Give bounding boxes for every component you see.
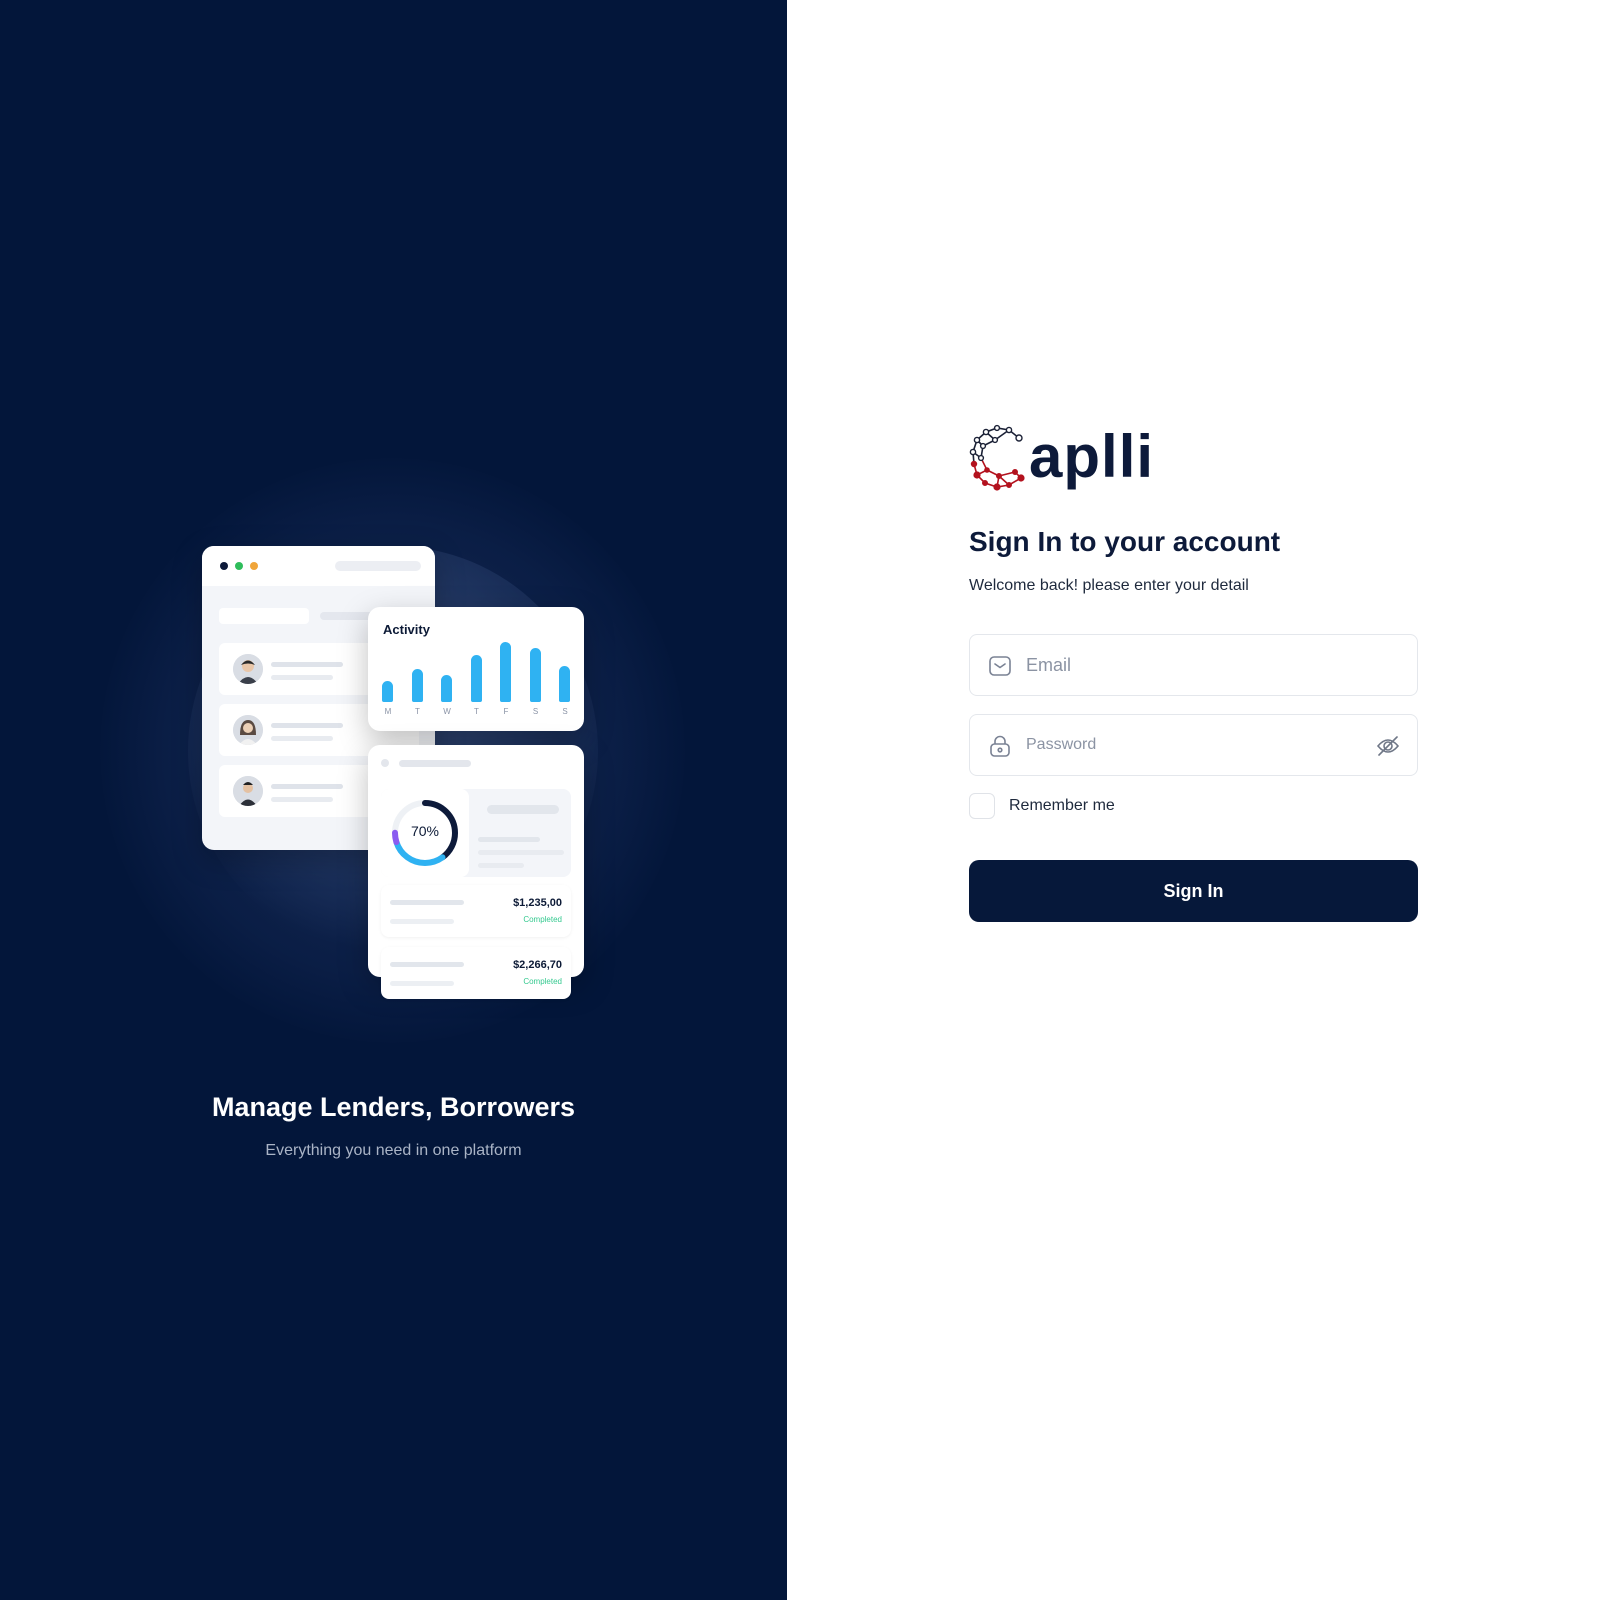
brand-name: aplli (1029, 422, 1155, 490)
stats-summary: 70% (381, 789, 571, 877)
placeholder-line (271, 662, 343, 667)
stats-placeholder-bar (399, 760, 471, 767)
placeholder-line (390, 900, 464, 905)
hero-title: Manage Lenders, Borrowers (211, 1092, 576, 1122)
placeholder-line (390, 919, 454, 924)
activity-bar (529, 648, 541, 702)
signin-panel: aplli Sign In to your account Welcome ba… (787, 0, 1600, 1600)
activity-bar-label: T (415, 707, 420, 716)
activity-bar-label: S (532, 707, 539, 716)
window-dot-icon (235, 562, 243, 570)
avatar (233, 715, 263, 745)
activity-bar-label: M (384, 707, 392, 716)
window-dot-icon (250, 562, 258, 570)
remember-label: Remember me (1009, 797, 1115, 814)
page-subtitle: Welcome back! please enter your detail (969, 577, 1249, 594)
password-input[interactable] (1026, 715, 1366, 775)
activity-bar-label: T (474, 707, 479, 716)
sign-in-button[interactable]: Sign In (969, 860, 1418, 922)
activity-bar (500, 642, 511, 702)
avatar (233, 654, 263, 684)
remember-checkbox[interactable] (969, 793, 995, 819)
hero-panel: Activity MTWTFSS 70% $1,235,00 Completed… (0, 0, 787, 1600)
page-title: Sign In to your account (969, 526, 1281, 557)
transaction-row: $1,235,00 Completed (381, 885, 571, 937)
donut-label: 70% (410, 823, 440, 839)
window-placeholder-pill (219, 608, 309, 624)
placeholder-line (271, 675, 333, 680)
hero-subtitle: Everything you need in one platform (265, 1142, 522, 1159)
activity-bar (382, 681, 393, 702)
lock-icon (990, 735, 1010, 757)
placeholder-line (390, 981, 454, 986)
donut-chart: 70% (381, 789, 469, 877)
transaction-amount: $2,266,70 (513, 959, 562, 971)
placeholder-line (478, 837, 540, 842)
logo-mark-icon (969, 424, 1025, 491)
remember-me[interactable]: Remember me (969, 793, 1115, 819)
activity-chart-card: Activity MTWTFSS (368, 607, 584, 731)
activity-bar (441, 675, 452, 702)
email-field[interactable] (969, 634, 1418, 696)
window-placeholder-bar (335, 561, 421, 571)
placeholder-line (487, 805, 559, 814)
activity-bar (411, 669, 423, 702)
placeholder-line (271, 723, 343, 728)
transaction-amount: $1,235,00 (513, 897, 562, 909)
transaction-status: Completed (523, 915, 562, 924)
placeholder-line (478, 850, 564, 855)
placeholder-line (271, 736, 333, 741)
activity-bars: MTWTFSS (368, 607, 584, 731)
avatar (233, 776, 263, 806)
activity-bar (559, 666, 570, 702)
transaction-row: $2,266,70 Completed (381, 947, 571, 999)
activity-bar-label: F (503, 707, 509, 716)
mail-icon (989, 656, 1011, 676)
transaction-status: Completed (523, 977, 562, 986)
placeholder-line (271, 797, 333, 802)
stats-card: 70% $1,235,00 Completed $2,266,70 Comple… (368, 745, 584, 999)
eye-off-icon[interactable] (1375, 733, 1401, 759)
brand-logo: aplli (969, 422, 1155, 494)
placeholder-line (390, 962, 464, 967)
activity-bar (470, 655, 482, 702)
window-titlebar (202, 546, 435, 586)
stats-dot (381, 759, 389, 767)
window-dot-icon (220, 562, 228, 570)
activity-bar-label: W (443, 707, 451, 716)
activity-bar-label: S (562, 707, 568, 716)
email-input[interactable] (1026, 635, 1366, 695)
password-field[interactable] (969, 714, 1418, 776)
placeholder-line (271, 784, 343, 789)
placeholder-line (478, 863, 524, 868)
